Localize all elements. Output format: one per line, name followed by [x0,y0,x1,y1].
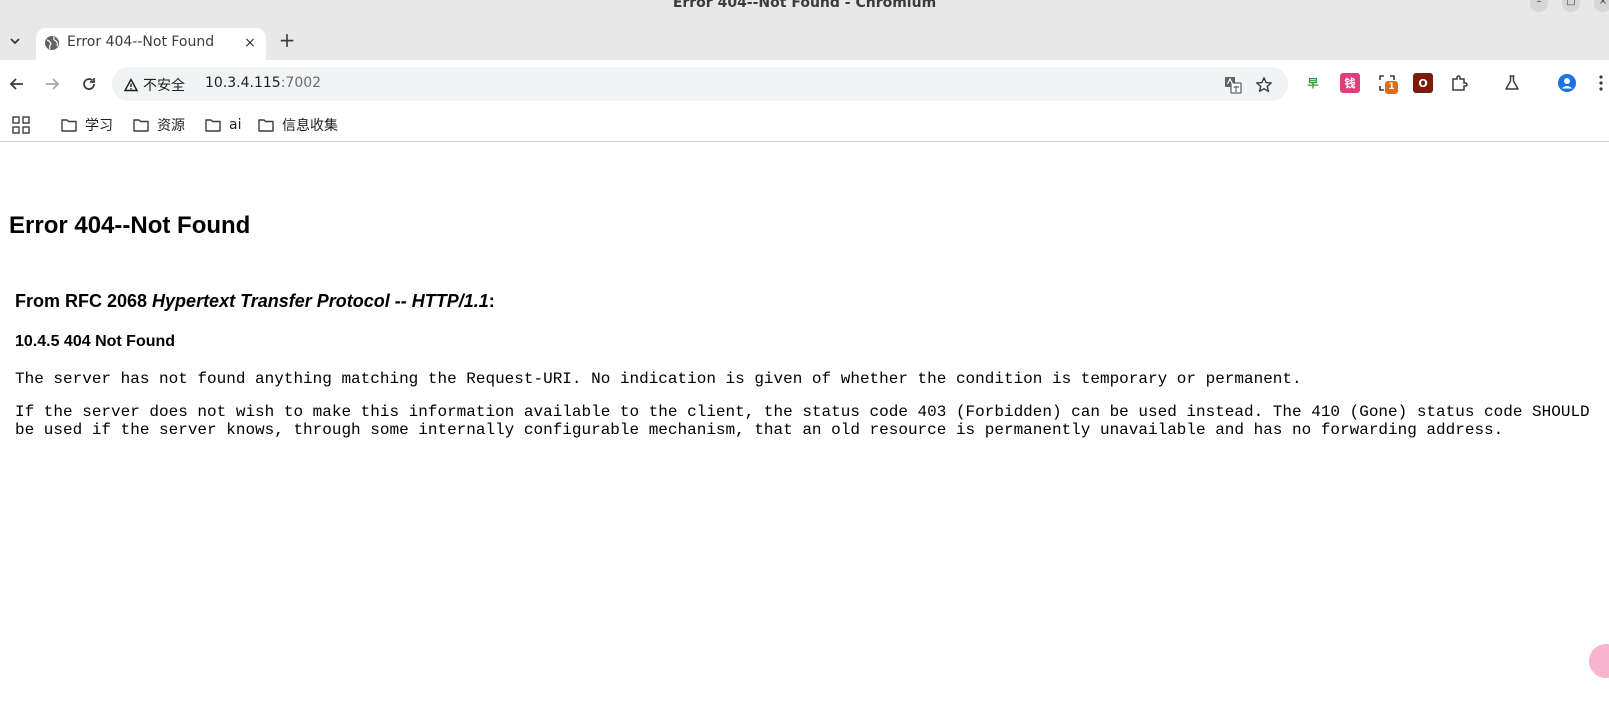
window-title: Error 404--Not Found - Chromium [672,0,937,11]
apps-grid-icon[interactable] [12,116,30,134]
warning-icon [124,78,138,92]
bookmark-folder-info-gathering[interactable]: 信息收集 [258,113,338,137]
bookmark-folder-ai[interactable]: ai [205,113,241,137]
bookmark-star-button[interactable] [1253,74,1275,96]
page-content: Error 404--Not Found From RFC 2068 Hyper… [0,142,1609,711]
security-indicator[interactable]: 不安全 [124,75,185,95]
section-heading: 10.4.5 404 Not Found [15,333,176,350]
folder-icon [205,119,221,132]
new-tab-button[interactable]: + [276,30,298,52]
rfc-source-suffix: : [488,291,495,311]
chevron-down-icon [10,38,20,45]
floating-assistant-button[interactable] [1589,644,1609,678]
security-label: 不安全 [143,78,185,94]
paragraph-forbidden-gone: If the server does not wish to make this… [15,403,1590,439]
flask-icon [1505,75,1519,90]
toolbar: 不安全 10.3.4.115:7002 早 钱 1 O [0,60,1609,108]
address-bar[interactable]: 不安全 10.3.4.115:7002 [112,67,1288,101]
extension-green-icon[interactable]: 早 [1303,73,1323,93]
rfc-title: Hypertext Transfer Protocol -- HTTP/1.1 [152,291,489,311]
avatar-icon [1558,74,1576,92]
error-heading: Error 404--Not Found [9,212,251,239]
globe-icon [45,36,59,50]
paragraph-not-found: The server has not found anything matchi… [15,370,1302,388]
arrow-right-icon [46,78,60,90]
folder-icon [258,119,274,132]
tab-active[interactable]: Error 404--Not Found × [36,28,266,60]
bookmark-folder-study[interactable]: 学习 [61,113,113,137]
extension-dark-icon[interactable]: O [1413,73,1433,93]
tab-title: Error 404--Not Found [67,34,215,50]
extension-badge: 1 [1385,81,1398,94]
labs-button[interactable] [1502,73,1522,93]
rfc-source-heading: From RFC 2068 Hypertext Transfer Protoco… [15,291,495,312]
url-port: :7002 [280,75,322,91]
rfc-source-prefix: From RFC 2068 [15,291,153,311]
reload-icon [83,78,95,90]
bookmark-folder-resources[interactable]: 资源 [133,113,185,137]
translate-button[interactable] [1222,74,1244,96]
more-vertical-icon [1599,75,1603,91]
arrow-left-icon [9,78,23,90]
reload-button[interactable] [77,72,101,96]
puzzle-icon [1452,75,1468,91]
forward-button[interactable] [40,72,64,96]
tab-search-button[interactable] [4,30,26,52]
extension-scan-icon[interactable]: 1 [1377,73,1398,94]
extension-pink-icon[interactable]: 钱 [1340,73,1360,93]
url-host: 10.3.4.115 [205,75,281,91]
bookmark-label: 信息收集 [282,118,338,134]
bookmark-label: ai [229,117,242,133]
translate-icon [1225,77,1242,94]
bookmark-label: 学习 [85,118,113,134]
back-button[interactable] [5,72,29,96]
star-icon [1256,77,1272,93]
window-titlebar: Error 404--Not Found - Chromium – □ × [0,0,1609,20]
folder-icon [61,119,77,132]
bookmark-label: 资源 [157,118,185,134]
folder-icon [133,119,149,132]
tab-close-button[interactable]: × [240,33,260,53]
bookmarks-bar: 学习 资源 ai 信息收集 [0,108,1609,142]
url-text[interactable]: 10.3.4.115:7002 [205,75,321,91]
profile-button[interactable] [1557,73,1577,93]
tab-strip: Error 404--Not Found × + [0,20,1609,60]
extensions-button[interactable] [1449,73,1469,93]
menu-button[interactable] [1591,73,1609,93]
